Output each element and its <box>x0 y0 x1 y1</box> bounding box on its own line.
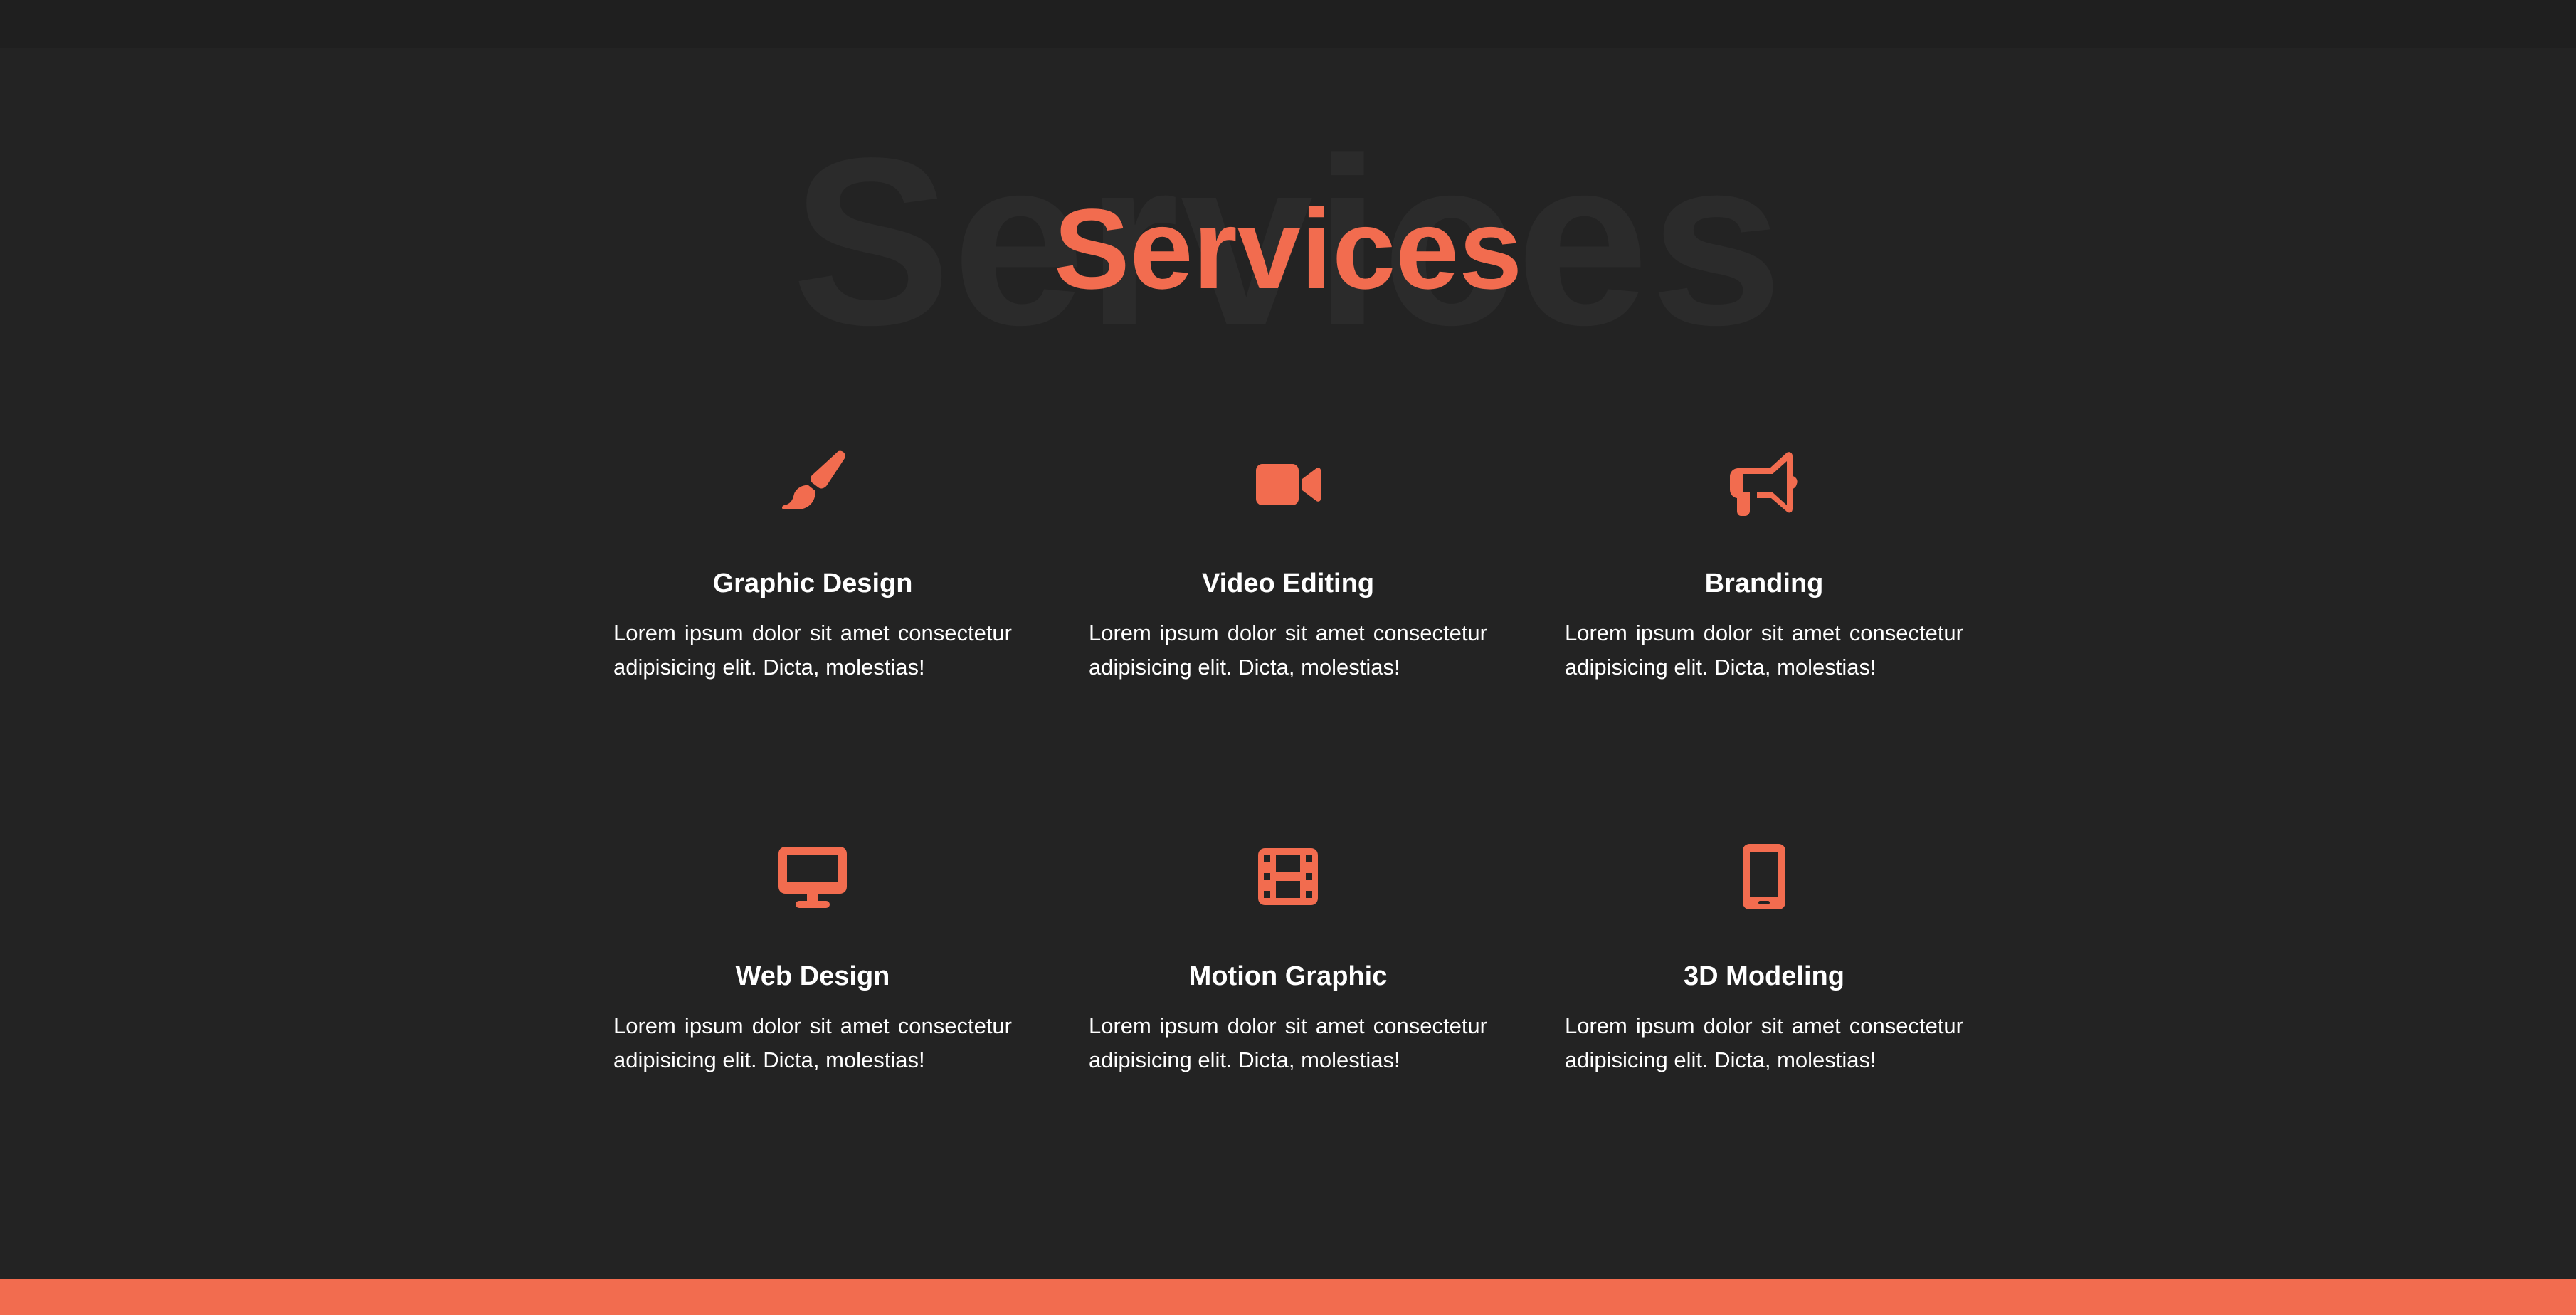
service-description: Lorem ipsum dolor sit amet consectetur a… <box>613 1013 1012 1072</box>
film-icon <box>1089 841 1487 912</box>
service-description: Lorem ipsum dolor sit amet consectetur a… <box>1089 1013 1487 1072</box>
footer-accent-bar <box>0 1279 2576 1315</box>
service-title: Branding <box>1704 569 1824 598</box>
service-description: Lorem ipsum dolor sit amet consectetur a… <box>1565 1013 1963 1072</box>
service-title: Graphic Design <box>712 569 913 598</box>
mobile-phone-icon <box>1565 841 1963 912</box>
top-navbar <box>0 0 2576 48</box>
desktop-icon <box>613 841 1012 912</box>
service-description: Lorem ipsum dolor sit amet consectetur a… <box>1089 620 1487 680</box>
megaphone-icon <box>1565 448 1963 519</box>
service-title: 3D Modeling <box>1684 961 1844 991</box>
service-description: Lorem ipsum dolor sit amet consectetur a… <box>613 620 1012 680</box>
service-title: Video Editing <box>1201 569 1375 598</box>
section-title: Services <box>1053 185 1523 312</box>
paintbrush-icon <box>613 448 1012 519</box>
service-description: Lorem ipsum dolor sit amet consectetur a… <box>1565 620 1963 680</box>
video-camera-icon <box>1089 448 1487 519</box>
service-title: Motion Graphic <box>1188 961 1388 991</box>
service-title: Web Design <box>735 961 890 991</box>
